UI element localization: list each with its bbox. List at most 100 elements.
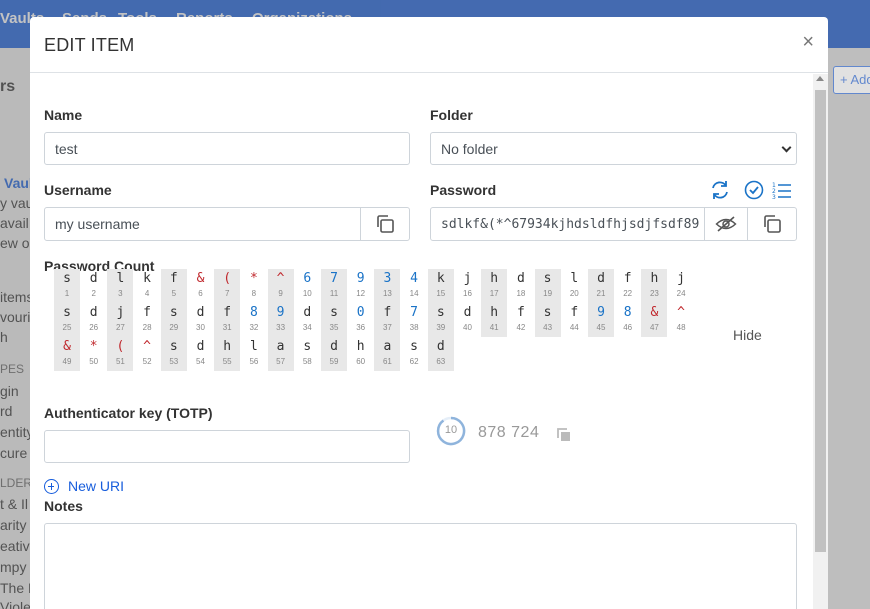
sidebar-folder[interactable]: arity	[0, 517, 26, 533]
sidebar-item[interactable]: avail	[0, 215, 29, 231]
password-char-cell: d 54	[188, 337, 214, 371]
password-char-cell: h 60	[348, 337, 374, 371]
password-char-index: 51	[115, 357, 125, 366]
chevron-down-icon	[781, 142, 792, 153]
password-char: a	[276, 339, 285, 354]
password-count-toggle-icon[interactable]: 1 2 3	[771, 179, 793, 201]
generate-password-icon[interactable]	[709, 179, 731, 201]
dialog-body: Name test Folder No folder Username my u…	[30, 74, 813, 609]
password-char-cell: 0 36	[348, 303, 374, 337]
password-input[interactable]: sdlkf&(*^67934kjhdsldfhjsdjfsdf89	[430, 207, 705, 241]
password-char-index: 58	[302, 357, 312, 366]
sidebar-item-trash[interactable]: h	[0, 329, 8, 345]
add-item-button[interactable]: + Add item	[833, 66, 870, 94]
password-char: d	[463, 305, 472, 320]
notes-textarea[interactable]	[44, 523, 797, 609]
password-char-index: 6	[198, 289, 203, 298]
sidebar-item-card[interactable]: rd	[0, 403, 12, 419]
scrollbar-thumb[interactable]	[815, 90, 826, 552]
password-char: l	[570, 271, 579, 286]
sidebar-item[interactable]: ew or	[0, 235, 30, 251]
password-char-cell: l 20	[561, 269, 587, 303]
password-char-cell: * 50	[81, 337, 107, 371]
close-button[interactable]: ×	[802, 31, 814, 54]
sidebar-item-identity[interactable]: entity	[0, 424, 30, 440]
name-input[interactable]: test	[44, 132, 410, 165]
password-char-cell: s 35	[321, 303, 347, 337]
sidebar-folder[interactable]: t & Il	[0, 496, 28, 512]
folder-select[interactable]: No folder	[430, 132, 797, 165]
copy-icon	[377, 215, 394, 233]
check-password-icon[interactable]	[743, 179, 765, 201]
sidebar-folder[interactable]: Violet	[0, 599, 30, 609]
password-char-cell: ^ 9	[267, 269, 294, 303]
totp-countdown: 10	[436, 416, 466, 446]
copy-password-button[interactable]	[747, 207, 797, 241]
sidebar-item-secure-note[interactable]: cure	[0, 445, 27, 461]
password-char-index: 52	[142, 357, 152, 366]
sidebar-folder[interactable]: eative	[0, 538, 30, 554]
password-char-index: 47	[649, 323, 659, 332]
password-char: h	[490, 305, 499, 320]
copy-username-button[interactable]	[360, 207, 410, 241]
password-char-cell: h 41	[481, 303, 508, 337]
password-char: d	[436, 339, 445, 354]
password-char-index: 19	[543, 289, 553, 298]
password-char: 9	[276, 305, 285, 320]
password-char-index: 41	[489, 323, 499, 332]
toggle-visibility-button[interactable]	[704, 207, 748, 241]
password-char-index: 14	[409, 289, 419, 298]
password-char-index: 1	[64, 289, 70, 298]
password-char: s	[410, 339, 418, 354]
password-char: ^	[143, 339, 151, 354]
password-char-index: 27	[115, 323, 125, 332]
password-char-index: 50	[89, 357, 99, 366]
password-char: 7	[410, 305, 418, 320]
password-char-index: 28	[142, 323, 152, 332]
password-char: f	[169, 271, 178, 286]
password-char-cell: d2	[81, 269, 107, 303]
new-uri-button[interactable]: New URI	[44, 478, 124, 494]
sidebar-item-favourites[interactable]: vourites	[0, 309, 30, 325]
password-char: l	[249, 339, 258, 354]
password-char-index: 63	[436, 357, 446, 366]
password-char-index: 22	[623, 289, 633, 298]
scroll-up-arrow-icon[interactable]	[816, 76, 824, 81]
password-char: &	[196, 271, 205, 286]
username-input[interactable]: my username	[44, 207, 361, 241]
app-sidebar: rs Vault y vault avail ew or items vouri…	[0, 48, 30, 609]
password-char: 3	[383, 271, 392, 286]
password-char-cell: ^ 52	[134, 337, 160, 371]
password-char: f	[516, 305, 525, 320]
password-char-cell: h 23	[641, 269, 668, 303]
password-char-cell: j 24	[668, 269, 694, 303]
totp-label: Authenticator key (TOTP)	[44, 405, 213, 421]
password-char: f	[570, 305, 579, 320]
password-char-index: 3	[118, 289, 123, 298]
sidebar-item-login[interactable]: gin	[0, 383, 19, 399]
sidebar-folder[interactable]: mpy	[0, 559, 26, 575]
password-char-cell: f 28	[134, 303, 160, 337]
copy-totp-icon[interactable]	[556, 427, 572, 443]
folder-label: Folder	[430, 107, 473, 123]
sidebar-folder[interactable]: The P	[0, 580, 30, 596]
password-char-index: 25	[62, 323, 72, 332]
totp-code: 878 724	[478, 424, 540, 441]
password-char-index: 40	[463, 323, 472, 332]
password-char: h	[650, 271, 659, 286]
password-char-index: 29	[169, 323, 179, 332]
sidebar-item-vault[interactable]: Vault	[4, 175, 30, 191]
password-char: 6	[303, 271, 312, 286]
dialog-scrollbar[interactable]	[813, 74, 828, 609]
password-char-index: 60	[356, 357, 366, 366]
password-char-index: 45	[596, 323, 606, 332]
password-char-cell: a 57	[267, 337, 294, 371]
password-char-index: 61	[382, 357, 392, 366]
sidebar-item-all-items[interactable]: items	[0, 289, 30, 305]
password-char-cell: 8 46	[615, 303, 641, 337]
totp-input[interactable]	[44, 430, 410, 463]
password-char-cell: f 31	[214, 303, 241, 337]
hide-password-count-button[interactable]: Hide	[733, 327, 762, 343]
sidebar-item[interactable]: y vault	[0, 195, 30, 211]
password-char: j	[116, 305, 125, 320]
